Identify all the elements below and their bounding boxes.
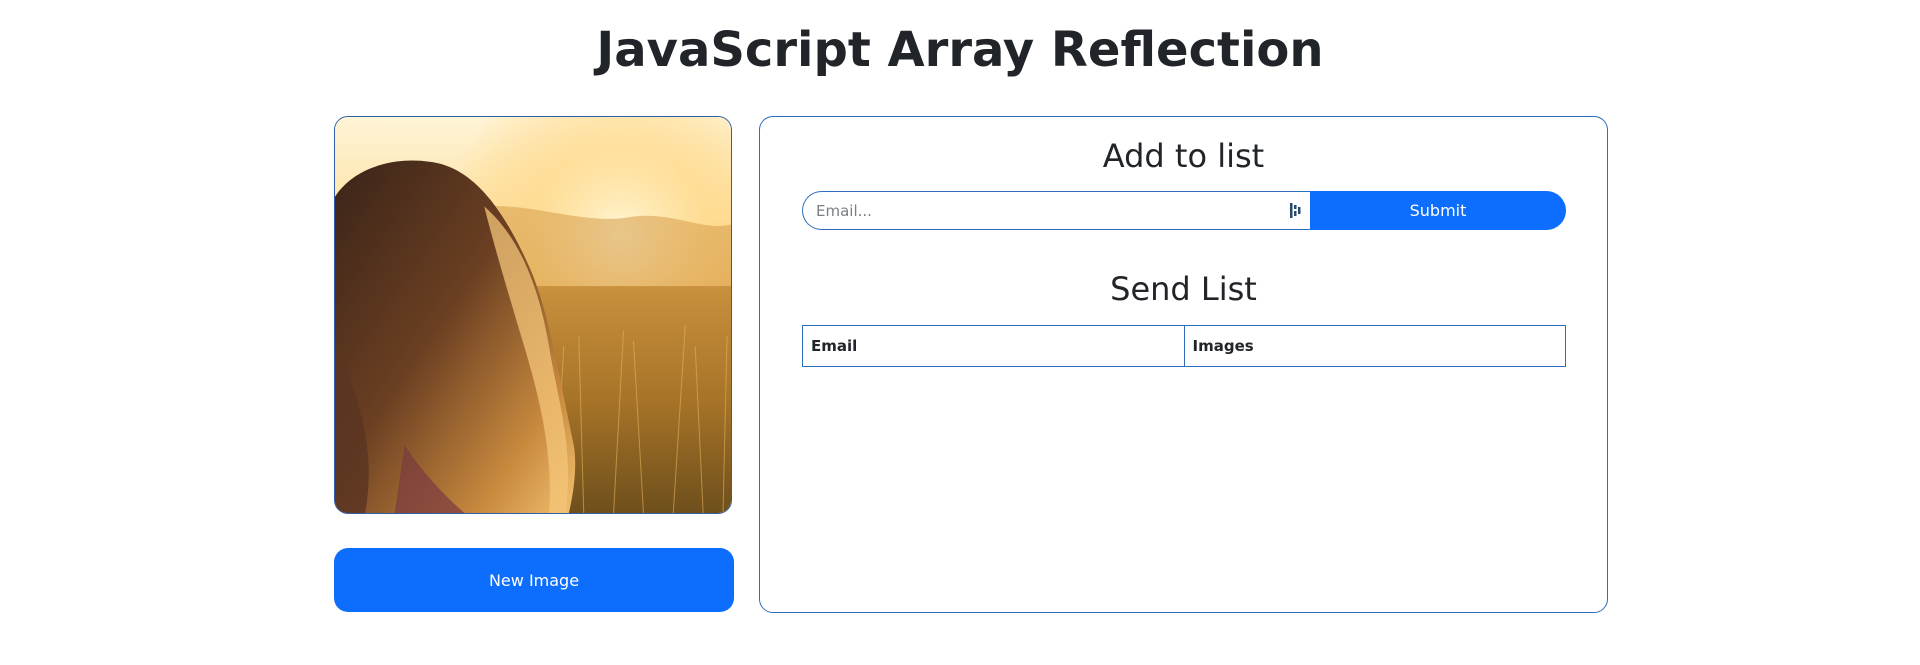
add-to-list-heading: Add to list xyxy=(1102,137,1265,175)
submit-button[interactable]: Submit xyxy=(1310,191,1566,230)
column-header-images: Images xyxy=(1183,325,1566,367)
image-card xyxy=(334,116,732,514)
email-input-group: Submit xyxy=(802,191,1566,230)
random-photo xyxy=(335,117,731,513)
new-image-button[interactable]: New Image xyxy=(334,548,734,612)
table-header-row: Email Images xyxy=(802,325,1566,367)
email-input[interactable] xyxy=(802,191,1310,230)
send-list-table: Email Images xyxy=(802,325,1566,367)
list-panel: Add to list Submit Send List Email Image… xyxy=(759,116,1608,613)
send-list-heading: Send List xyxy=(1110,270,1257,308)
column-header-email: Email xyxy=(802,325,1185,367)
password-manager-icon[interactable] xyxy=(1290,203,1302,218)
page: JavaScript Array Reflection New Image Ad… xyxy=(0,0,1920,665)
page-title: JavaScript Array Reflection xyxy=(596,22,1324,78)
